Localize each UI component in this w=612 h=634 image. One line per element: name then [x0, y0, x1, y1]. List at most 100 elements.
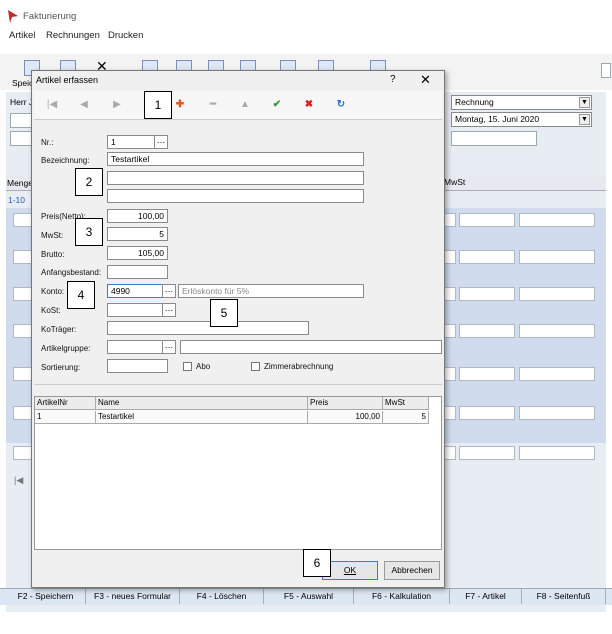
date-value: Montag, 15. Juni 2020	[455, 114, 540, 124]
grid-cell[interactable]	[519, 250, 595, 264]
grid-cell[interactable]	[13, 446, 33, 460]
grid-cell[interactable]	[459, 324, 515, 338]
close-button[interactable]: ✕	[420, 72, 431, 88]
app-logo-icon	[6, 8, 20, 24]
kotraeger-input[interactable]	[107, 321, 309, 335]
grid-cell[interactable]	[13, 367, 33, 381]
delete-record-icon[interactable]: ━	[206, 99, 220, 110]
callout-1: 1	[144, 91, 172, 119]
f4-delete-key[interactable]: F4 - Löschen	[180, 589, 264, 604]
invoice-type-select[interactable]: Rechnung ▼	[451, 95, 592, 110]
bg-field[interactable]	[451, 131, 537, 146]
col-name[interactable]: Name	[96, 397, 308, 410]
grid-cell[interactable]	[13, 324, 33, 338]
cell-artikelnr[interactable]: 1	[35, 411, 96, 424]
bezeichnung-line2[interactable]	[107, 171, 364, 185]
cancel-record-icon[interactable]: ✖	[302, 99, 316, 110]
f2-save-key[interactable]: F2 - Speichern	[6, 589, 86, 604]
edit-record-icon[interactable]: ▲	[238, 99, 252, 110]
prev-record-icon[interactable]: ◀	[77, 99, 91, 110]
grid-cell[interactable]	[459, 406, 515, 420]
brutto-input[interactable]: 105,00	[107, 246, 168, 260]
col-artikelnr[interactable]: ArtikelNr	[35, 397, 96, 410]
mwst-input[interactable]: 5	[107, 227, 168, 241]
grid-cell[interactable]	[519, 406, 595, 420]
anfangsbestand-input[interactable]	[107, 265, 168, 279]
abo-checkbox[interactable]	[183, 362, 192, 371]
sortierung-input[interactable]	[107, 359, 168, 373]
grid-cell[interactable]	[519, 367, 595, 381]
nr-label: Nr.:	[41, 138, 54, 147]
bezeichnung-input[interactable]: Testartikel	[107, 152, 364, 166]
chevron-down-icon: ▼	[579, 114, 590, 125]
cell-mwst[interactable]: 5	[383, 411, 429, 424]
bg-field[interactable]	[10, 131, 32, 146]
grid-cell[interactable]	[459, 446, 515, 460]
grid-cell[interactable]	[519, 213, 595, 227]
col-preis[interactable]: Preis	[308, 397, 383, 410]
grid-cell[interactable]	[13, 250, 33, 264]
callout-4: 4	[67, 281, 95, 309]
first-page-icon[interactable]: |◀	[14, 475, 23, 486]
menu-artikel[interactable]: Artikel	[9, 30, 35, 41]
first-record-icon[interactable]: |◀	[45, 99, 59, 110]
customer-partial: Herr J	[10, 97, 34, 107]
kotraeger-label: KoTräger:	[41, 325, 77, 334]
save-record-icon[interactable]: ✔	[270, 99, 284, 110]
chevron-down-icon: ▼	[579, 97, 590, 108]
grid-cell[interactable]	[459, 287, 515, 301]
bezeichnung-line3[interactable]	[107, 189, 364, 203]
date-picker[interactable]: Montag, 15. Juni 2020 ▼	[451, 112, 592, 127]
bg-field[interactable]	[601, 63, 611, 78]
grid-cell[interactable]	[13, 406, 33, 420]
f5-select-key[interactable]: F5 - Auswahl	[264, 589, 354, 604]
kost-lookup-button[interactable]: …	[162, 303, 176, 317]
grid-cell[interactable]	[459, 213, 515, 227]
konto-lookup-button[interactable]: …	[162, 284, 176, 298]
preis-input[interactable]: 100,00	[107, 209, 168, 223]
help-button[interactable]: ?	[390, 74, 396, 85]
artikelgruppe-lookup-button[interactable]: …	[162, 340, 176, 354]
menu-drucken[interactable]: Drucken	[108, 30, 143, 41]
f3-new-form-key[interactable]: F3 - neues Formular	[86, 589, 180, 604]
grid-cell[interactable]	[13, 213, 33, 227]
artikelgruppe-description	[180, 340, 442, 354]
tab-range[interactable]: 1-10	[8, 195, 25, 205]
grid-cell[interactable]	[13, 287, 33, 301]
sortierung-label: Sortierung:	[41, 363, 81, 372]
refresh-icon[interactable]: ↻	[334, 99, 348, 110]
kost-label: KoSt:	[41, 306, 61, 315]
konto-label: Konto:	[41, 287, 65, 296]
bez-label: Bezeichnung:	[41, 156, 90, 165]
mwst-label: MwSt:	[41, 231, 64, 240]
add-record-icon[interactable]: ✚	[173, 99, 187, 110]
menu-rechnungen[interactable]: Rechnungen	[46, 30, 100, 41]
artikelgruppe-label: Artikelgruppe:	[41, 344, 91, 353]
zimmer-checkbox[interactable]	[251, 362, 260, 371]
cancel-button[interactable]: Abbrechen	[384, 561, 440, 580]
grid-cell[interactable]	[459, 250, 515, 264]
grid-cell[interactable]	[519, 324, 595, 338]
kost-input[interactable]	[107, 303, 163, 317]
f6-calc-key[interactable]: F6 - Kalkulation	[354, 589, 450, 604]
col-mwst[interactable]: MwSt	[383, 397, 429, 410]
callout-3: 3	[75, 218, 103, 246]
artikelgruppe-input[interactable]	[107, 340, 163, 354]
cell-preis[interactable]: 100,00	[308, 411, 383, 424]
cell-name[interactable]: Testartikel	[96, 411, 308, 424]
grid-cell[interactable]	[519, 287, 595, 301]
invoice-type-value: Rechnung	[455, 97, 494, 107]
grid-cell[interactable]	[519, 446, 595, 460]
app-title: Fakturierung	[23, 11, 77, 22]
anfangsbestand-label: Anfangsbestand:	[41, 268, 102, 277]
f7-article-key[interactable]: F7 - Artikel	[450, 589, 522, 604]
dialog-title: Artikel erfassen	[36, 75, 99, 85]
next-record-icon[interactable]: ▶	[110, 99, 124, 110]
nr-input[interactable]: 1	[107, 135, 155, 149]
nr-lookup-button[interactable]: …	[154, 135, 168, 149]
konto-input[interactable]: 4990	[107, 284, 163, 298]
bg-field[interactable]	[10, 113, 32, 128]
grid-cell[interactable]	[459, 367, 515, 381]
f8-footer-key[interactable]: F8 - Seitenfuß	[522, 589, 606, 604]
col-menge: Menge	[7, 178, 33, 188]
